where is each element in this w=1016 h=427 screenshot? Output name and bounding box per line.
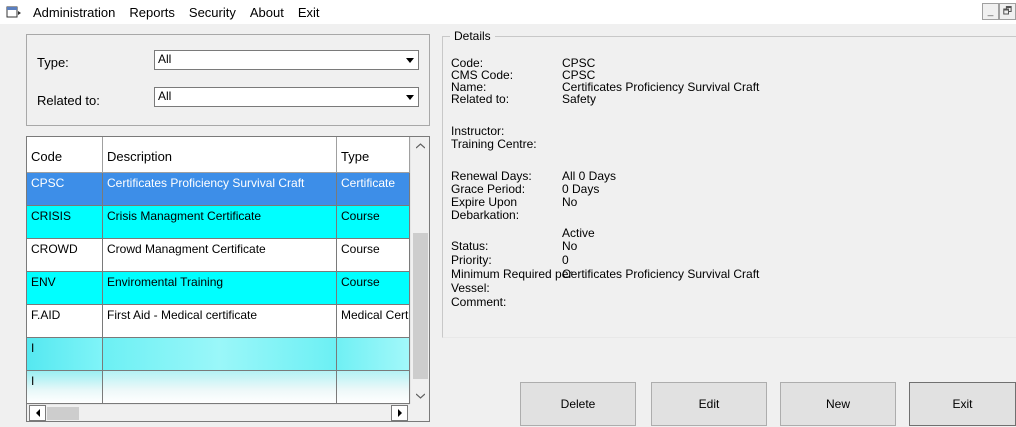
cell-description: Certificates Proficiency Survival Craft: [103, 173, 337, 206]
window-controls: _ 🗗: [982, 3, 1016, 20]
priority-value: 0: [562, 253, 569, 267]
cell-description: [103, 371, 337, 404]
debarkation-label: Debarkation:: [451, 208, 520, 222]
grace-period-value: 0 Days: [562, 182, 600, 196]
related-to-combobox[interactable]: All: [154, 87, 419, 107]
app-menu-icon[interactable]: [6, 5, 22, 19]
column-header-type[interactable]: Type: [337, 137, 410, 173]
table-row-blurred[interactable]: I: [27, 338, 410, 371]
minimum-required-value: Certificates Proficiency Survival Craft: [562, 267, 760, 281]
expire-upon-value: No: [562, 195, 578, 209]
menu-bar: Administration Reports Security About Ex…: [0, 0, 1016, 24]
cell-description: Crowd Managment Certificate: [103, 239, 337, 272]
type-combobox[interactable]: All: [154, 50, 419, 70]
cell-code: I: [27, 371, 103, 404]
minimum-required-label: Minimum Required per: [451, 267, 573, 281]
chevron-down-icon[interactable]: [401, 88, 418, 106]
chevron-down-icon[interactable]: [411, 387, 429, 404]
renewal-days-value: All 0 Days: [562, 169, 617, 183]
cell-type: Course: [337, 206, 410, 239]
table-row[interactable]: CRISIS Crisis Managment Certificate Cour…: [27, 206, 410, 239]
vertical-scroll-thumb[interactable]: [413, 233, 428, 379]
cell-code: CPSC: [27, 173, 103, 206]
delete-button[interactable]: Delete: [520, 382, 636, 426]
menu-security[interactable]: Security: [182, 5, 243, 20]
menu-about[interactable]: About: [243, 5, 291, 20]
instructor-label: Instructor:: [451, 124, 505, 138]
new-button[interactable]: New: [780, 382, 896, 426]
table-row[interactable]: CROWD Crowd Managment Certificate Course: [27, 239, 410, 272]
cell-code: ENV: [27, 272, 103, 305]
grace-period-label: Grace Period:: [451, 182, 526, 196]
status-value: No: [562, 239, 578, 253]
edit-button[interactable]: Edit: [651, 382, 767, 426]
cell-type: Course: [337, 272, 410, 305]
minimize-button[interactable]: _: [982, 3, 999, 20]
vessel-label: Vessel:: [451, 281, 490, 295]
table-row-selected[interactable]: CPSC Certificates Proficiency Survival C…: [27, 173, 410, 206]
vertical-scrollbar[interactable]: [410, 137, 429, 404]
renewal-days-label: Renewal Days:: [451, 169, 532, 183]
related-to-value: Safety: [562, 92, 597, 106]
table-row[interactable]: ENV Enviromental Training Course: [27, 272, 410, 305]
cell-type: Certificate: [337, 173, 410, 206]
chevron-up-icon[interactable]: [411, 137, 429, 154]
scroll-right-icon[interactable]: [391, 405, 408, 421]
cell-description: [103, 338, 337, 371]
type-label: Type:: [37, 55, 69, 70]
related-to-label: Related to:: [37, 93, 100, 108]
horizontal-scrollbar[interactable]: [27, 404, 410, 421]
cell-type: [337, 371, 410, 404]
cell-description: First Aid - Medical certificate: [103, 305, 337, 338]
restore-button[interactable]: 🗗: [999, 3, 1016, 20]
cell-code: I: [27, 338, 103, 371]
menu-reports[interactable]: Reports: [122, 5, 182, 20]
related-to-label: Related to:: [451, 92, 510, 106]
scroll-corner: [410, 404, 429, 421]
training-centre-label: Training Centre:: [451, 137, 537, 151]
details-legend: Details: [450, 29, 495, 43]
filter-panel: Type: All Related to: All: [26, 34, 430, 126]
cell-description: Enviromental Training: [103, 272, 337, 305]
table-row[interactable]: F.AID First Aid - Medical certificate Me…: [27, 305, 410, 338]
chevron-down-icon[interactable]: [401, 51, 418, 69]
cell-type: [337, 338, 410, 371]
status-label: Status:: [451, 239, 489, 253]
type-combobox-value: All: [158, 52, 172, 66]
menu-exit[interactable]: Exit: [291, 5, 327, 20]
grid-header: Code Description Type: [27, 137, 410, 173]
cell-code: CRISIS: [27, 206, 103, 239]
cell-code: CROWD: [27, 239, 103, 272]
horizontal-scroll-thumb[interactable]: [47, 407, 79, 420]
scroll-left-icon[interactable]: [29, 405, 46, 421]
cell-description: Crisis Managment Certificate: [103, 206, 337, 239]
certificates-grid[interactable]: Code Description Type CPSC Certificates …: [26, 136, 430, 422]
cell-code: F.AID: [27, 305, 103, 338]
column-header-description[interactable]: Description: [103, 137, 337, 173]
cell-type: Course: [337, 239, 410, 272]
exit-button[interactable]: Exit: [909, 382, 1016, 426]
priority-label: Priority:: [451, 253, 492, 267]
table-row-blurred[interactable]: I: [27, 371, 410, 404]
expire-upon-label: Expire Upon: [451, 195, 518, 209]
active-value: Active: [562, 226, 595, 240]
cell-type: Medical Certi: [337, 305, 410, 338]
column-header-code[interactable]: Code: [27, 137, 103, 173]
comment-label: Comment:: [451, 295, 507, 309]
related-to-combobox-value: All: [158, 89, 172, 103]
menu-administration[interactable]: Administration: [26, 5, 122, 20]
